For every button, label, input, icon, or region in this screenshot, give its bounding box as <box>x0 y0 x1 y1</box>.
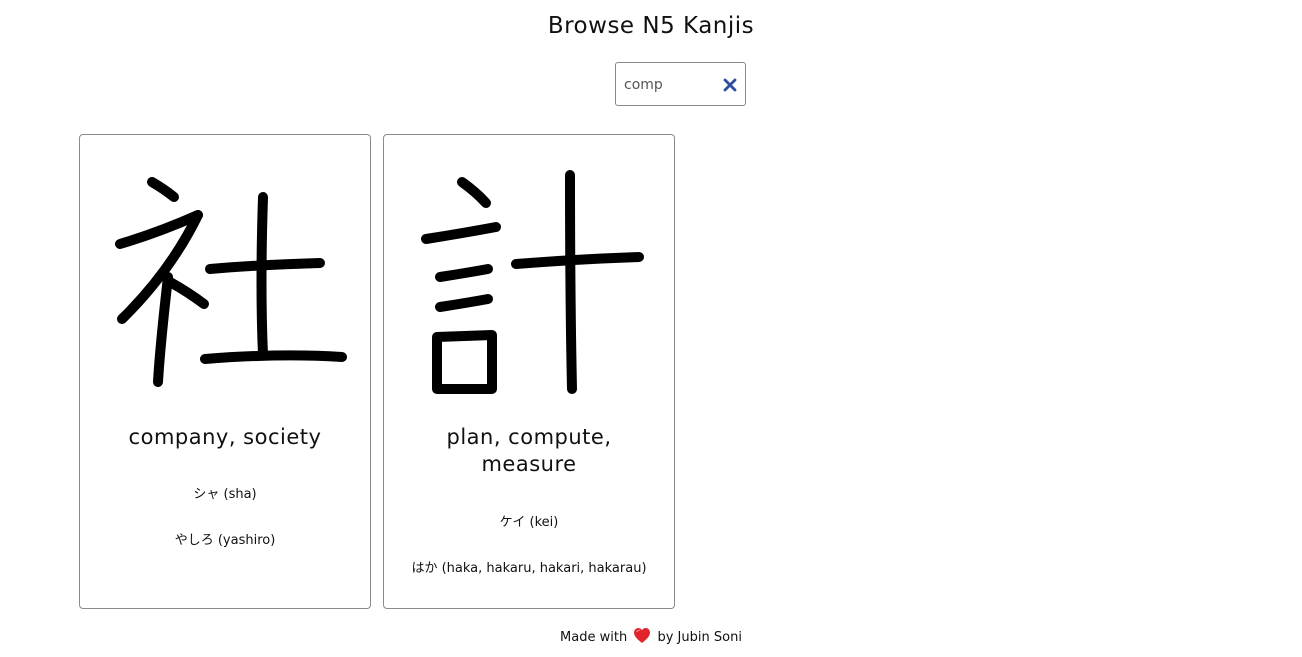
footer-suffix: by Jubin Soni <box>657 630 742 645</box>
kanji-kunyomi: やしろ (yashiro) <box>174 533 276 548</box>
page-title: Browse N5 Kanjis <box>547 13 755 39</box>
search-box <box>615 62 746 106</box>
kanji-card[interactable]: 計 plan, compute, measure ケイ (kei) はか (ha… <box>383 134 675 609</box>
kanji-kunyomi: はか (haka, hakaru, hakari, hakarau) <box>411 561 647 576</box>
kanji-glyph: 計 <box>421 170 644 394</box>
kanji-meaning: plan, compute, measure <box>394 424 664 478</box>
kanji-onyomi: ケイ (kei) <box>499 515 559 530</box>
kanji-glyph: 社 <box>115 177 347 387</box>
kanji-meaning-line: plan, compute, <box>446 425 612 449</box>
kanji-meaning: company, society <box>128 425 322 449</box>
footer-prefix: Made with <box>560 630 628 645</box>
kanji-onyomi: シャ (sha) <box>193 487 257 502</box>
kanji-card[interactable]: 社 company, society シャ (sha) やしろ (yashiro… <box>79 134 371 609</box>
footer: Made with by Jubin Soni <box>0 627 1302 648</box>
kanji-meaning-line: measure <box>481 452 577 476</box>
close-icon[interactable] <box>720 75 740 95</box>
search-input[interactable] <box>624 73 714 97</box>
heart-icon <box>633 627 651 648</box>
